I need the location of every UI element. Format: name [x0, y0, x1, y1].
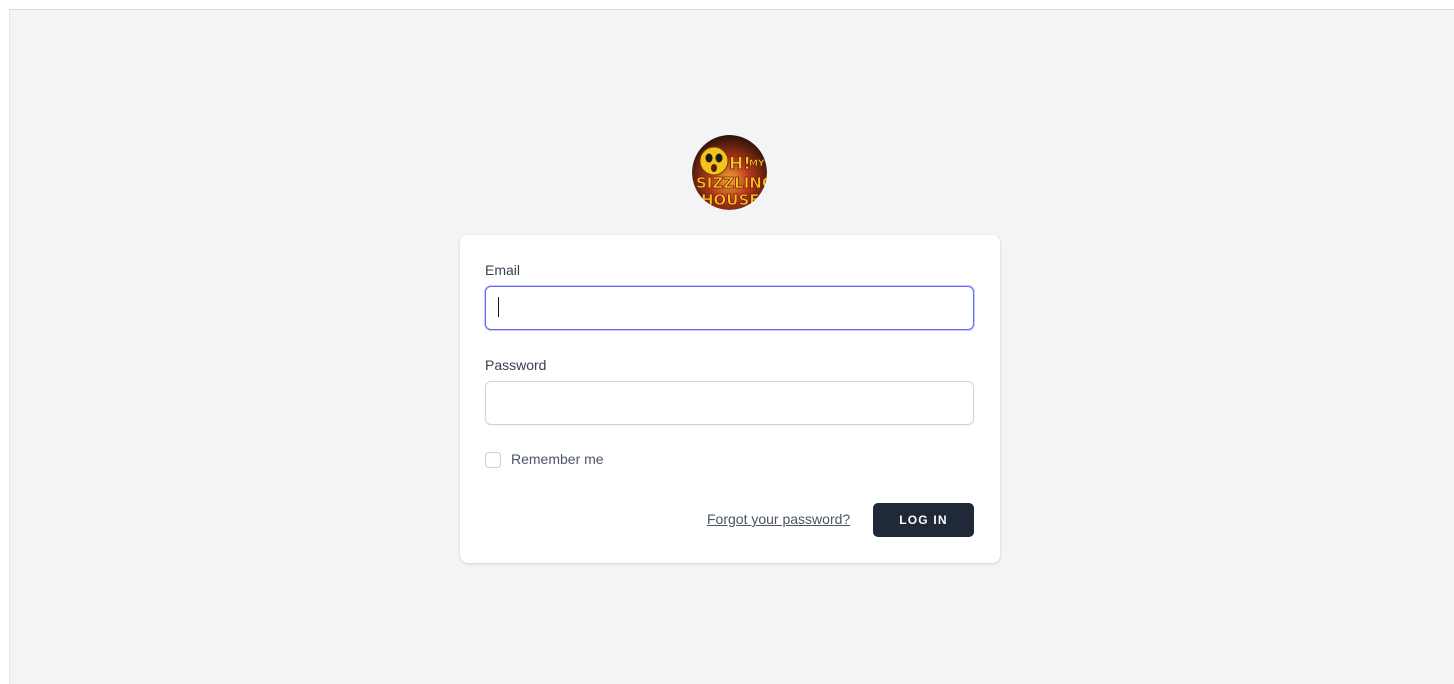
remember-me-label[interactable]: Remember me [511, 451, 604, 467]
text-cursor [498, 297, 499, 317]
logo-icon: H! MY SIZZLING HOUSE [692, 135, 767, 210]
svg-text:SIZZLING: SIZZLING [696, 174, 767, 192]
brand-logo: H! MY SIZZLING HOUSE [692, 135, 767, 210]
login-card: Email Password Remember me Forgot your p… [460, 235, 1000, 563]
login-button[interactable]: LOG IN [873, 503, 974, 537]
password-field[interactable] [485, 381, 974, 425]
svg-text:H!: H! [729, 154, 751, 174]
password-label: Password [485, 357, 547, 373]
remember-me-checkbox[interactable] [485, 452, 501, 468]
svg-text:HOUSE: HOUSE [701, 191, 760, 209]
svg-text:MY: MY [749, 159, 765, 169]
email-label: Email [485, 262, 521, 278]
forgot-password-link[interactable]: Forgot your password? [707, 511, 850, 527]
page-background: H! MY SIZZLING HOUSE Email Password Reme… [9, 9, 1454, 684]
email-field[interactable] [485, 286, 974, 330]
